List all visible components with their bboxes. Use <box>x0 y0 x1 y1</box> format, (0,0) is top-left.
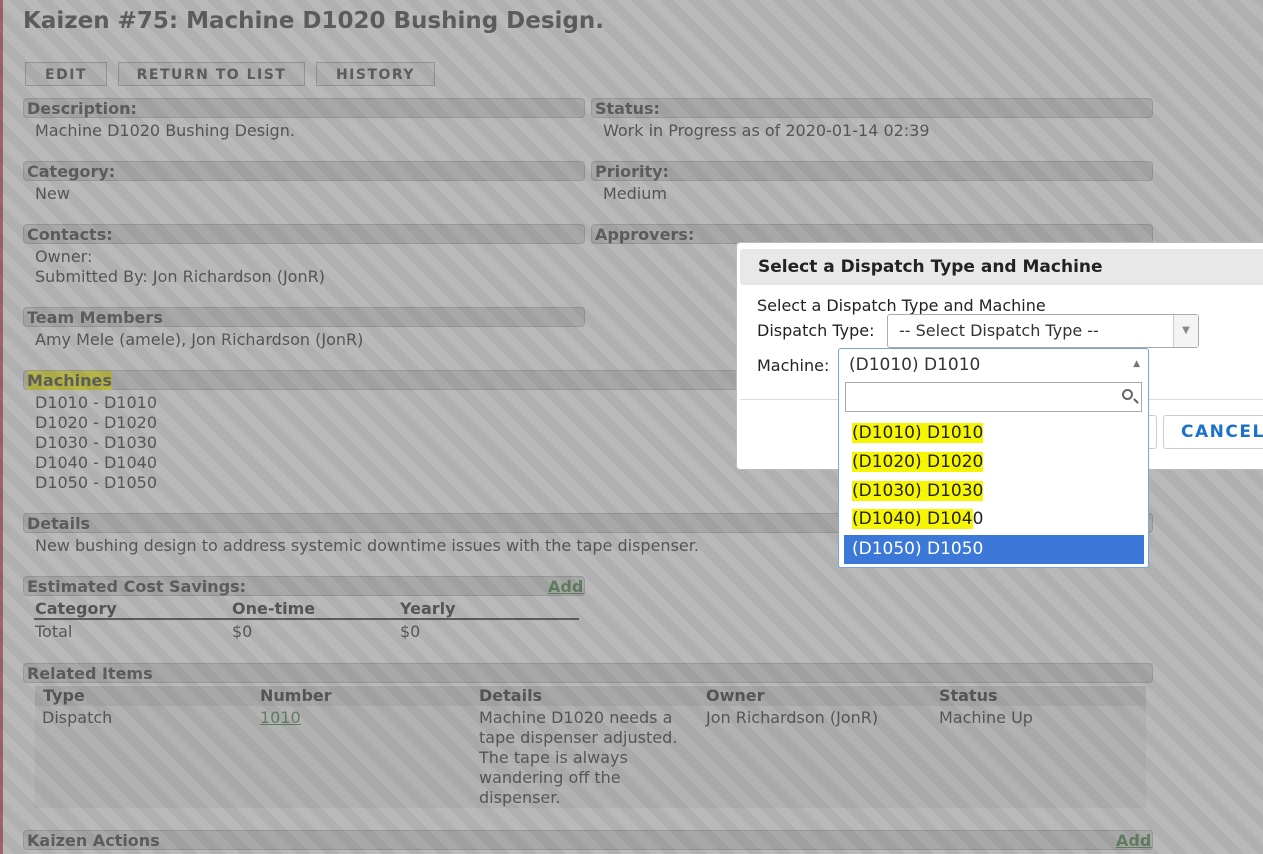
description-value: Machine D1020 Bushing Design. <box>35 121 295 140</box>
column-header: Details <box>479 686 543 705</box>
add-cost-savings-link[interactable]: Add <box>548 577 583 596</box>
owner-cell: Jon Richardson (JonR) <box>706 708 879 727</box>
option-label: (D1040) D104 <box>852 509 973 529</box>
status-cell: Machine Up <box>939 708 1033 727</box>
dispatch-number-link[interactable]: 1010 <box>260 708 301 728</box>
machine-search-field[interactable] <box>845 382 1142 412</box>
column-header: Owner <box>706 686 765 705</box>
machine-item: D1050 - D1050 <box>35 473 158 492</box>
column-header: Type <box>43 686 85 705</box>
type-cell: Dispatch <box>42 708 113 727</box>
details-line: dispenser. <box>479 788 561 807</box>
machines-label: Machines <box>27 371 112 390</box>
machine-label: Machine: <box>757 356 830 375</box>
history-button[interactable]: HISTORY <box>316 62 435 86</box>
machine-option[interactable]: (D1010) D1010 <box>844 419 1144 448</box>
related-items-columns: Type Number Details Owner Status <box>35 686 1146 706</box>
details-line: wandering off the <box>479 768 621 787</box>
option-label: (D1020) D1020 <box>852 452 984 472</box>
return-to-list-button[interactable]: RETURN TO LIST <box>118 62 305 86</box>
divider <box>34 618 579 620</box>
related-items-header: Related Items <box>23 663 1153 683</box>
status-header: Status: <box>591 98 1153 118</box>
priority-header: Priority: <box>591 161 1153 181</box>
details-cell: Machine D1020 needs a tape dispenser adj… <box>479 708 677 808</box>
cost-cell: Total <box>35 622 73 641</box>
team-members-header: Team Members <box>23 307 585 327</box>
dispatch-type-select[interactable]: -- Select Dispatch Type -- ▼ <box>887 314 1199 348</box>
contacts-owner: Owner: <box>35 247 93 266</box>
search-icon <box>1122 389 1133 400</box>
chevron-down-icon: ▼ <box>1173 315 1198 347</box>
cost-cell: $0 <box>400 622 421 641</box>
machine-item: D1040 - D1040 <box>35 453 158 472</box>
machine-search-input[interactable] <box>850 386 1114 410</box>
dispatch-type-label: Dispatch Type: <box>757 321 875 340</box>
dialog-title: Select a Dispatch Type and Machine <box>740 249 1263 285</box>
column-header: Yearly <box>400 599 456 618</box>
team-members-value: Amy Mele (amele), Jon Richardson (JonR) <box>35 330 364 349</box>
dialog-subtitle: Select a Dispatch Type and Machine <box>757 296 1046 315</box>
option-label: (D1010) D1010 <box>852 423 984 443</box>
column-header: Number <box>260 686 332 705</box>
category-header: Category: <box>23 161 585 181</box>
machine-select-dropdown[interactable]: (D1010) D1010 ▲ (D1010) D1010 (D1020) D1… <box>838 348 1149 568</box>
machine-option[interactable]: (D1020) D1020 <box>844 448 1144 477</box>
machine-option[interactable]: (D1040) D1040 <box>844 505 1144 534</box>
machine-option[interactable]: (D1030) D1030 <box>844 477 1144 506</box>
option-label-tail: 0 <box>972 509 984 529</box>
column-header: Status <box>939 686 998 705</box>
cancel-button[interactable]: CANCEL <box>1163 415 1263 449</box>
details-line: The tape is always <box>479 748 628 767</box>
contacts-header: Contacts: <box>23 224 585 244</box>
priority-value: Medium <box>603 184 667 203</box>
approvers-header: Approvers: <box>591 224 1153 244</box>
details-value: New bushing design to address systemic d… <box>35 536 699 555</box>
cost-cell: $0 <box>232 622 253 641</box>
details-line: Machine D1020 needs a <box>479 708 673 727</box>
chevron-up-icon: ▲ <box>1133 359 1140 369</box>
kaizen-actions-header: Kaizen Actions <box>23 830 1153 850</box>
cost-savings-header: Estimated Cost Savings: <box>23 576 585 596</box>
status-value: Work in Progress as of 2020-01-14 02:39 <box>603 121 930 140</box>
machine-option-selected[interactable]: (D1050) D1050 <box>844 535 1144 564</box>
category-value: New <box>35 184 70 203</box>
edit-button[interactable]: EDIT <box>25 62 107 86</box>
machine-item: D1020 - D1020 <box>35 413 158 432</box>
machine-select-value: (D1010) D1010 <box>849 355 981 375</box>
add-kaizen-action-link[interactable]: Add <box>1116 831 1151 850</box>
column-header: Category <box>35 599 117 618</box>
details-line: tape dispenser adjusted. <box>479 728 678 747</box>
column-header: One-time <box>232 599 316 618</box>
option-label: (D1030) D1030 <box>852 481 984 501</box>
description-header: Description: <box>23 98 585 118</box>
table-row: Dispatch 1010 Machine D1020 needs a tape… <box>35 706 1146 808</box>
contacts-submitted: Submitted By: Jon Richardson (JonR) <box>35 267 325 286</box>
dispatch-type-value: -- Select Dispatch Type -- <box>899 321 1099 340</box>
machine-item: D1010 - D1010 <box>35 393 158 412</box>
machine-item: D1030 - D1030 <box>35 433 158 452</box>
page-title: Kaizen #75: Machine D1020 Bushing Design… <box>23 8 605 34</box>
